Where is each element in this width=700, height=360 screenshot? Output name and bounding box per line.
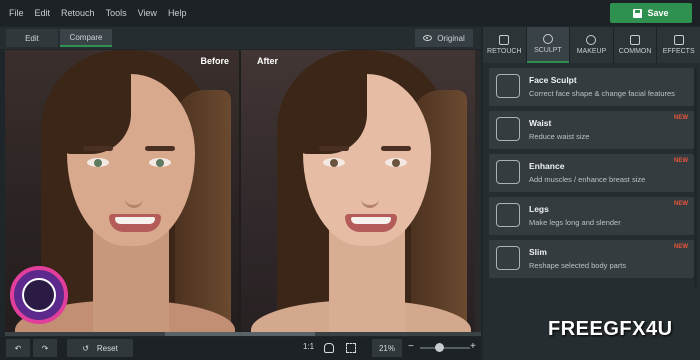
menu-edit[interactable]: Edit — [35, 8, 51, 18]
save-disk-icon — [633, 8, 643, 18]
tool-description: Correct face shape & change facial featu… — [529, 89, 675, 98]
original-button-label: Original — [437, 33, 465, 43]
zoom-slider-thumb[interactable] — [434, 343, 444, 352]
bottom-toolbar: ↶ ↷ ↺ Reset 1:1 21% − + — [0, 337, 481, 360]
app-logo-badge — [10, 266, 68, 324]
hand-tool-icon[interactable] — [324, 343, 334, 353]
zoom-value[interactable]: 21% — [372, 339, 402, 357]
makeup-icon — [586, 35, 597, 45]
menu-tools[interactable]: Tools — [106, 8, 127, 18]
left-eye — [87, 158, 109, 167]
original-button[interactable]: Original — [415, 29, 473, 47]
tab-label: COMMON — [618, 48, 652, 55]
zoom-out-icon[interactable]: − — [408, 341, 414, 352]
new-badge: NEW — [674, 201, 688, 207]
tab-label: MAKEUP — [576, 48, 607, 55]
menu-view[interactable]: View — [138, 8, 157, 18]
redo-icon: ↷ — [41, 343, 49, 353]
tab-sculpt[interactable]: SCULPT — [526, 27, 570, 63]
tool-title: Legs — [529, 204, 549, 214]
new-badge: NEW — [674, 158, 688, 164]
tool-description: Add muscles / enhance breast size — [529, 175, 646, 184]
tab-label: RETOUCH — [487, 48, 522, 55]
save-button-label: Save — [647, 8, 669, 18]
tab-label: EFFECTS — [662, 48, 695, 55]
category-tabs: RETOUCH SCULPT MAKEUP COMMON EFFECTS — [483, 27, 700, 63]
right-brow — [145, 146, 175, 151]
tab-retouch[interactable]: RETOUCH — [483, 27, 526, 63]
mouth — [109, 214, 161, 232]
reset-icon: ↺ — [82, 343, 89, 353]
undo-icon: ↶ — [14, 343, 22, 353]
tool-description: Make legs long and slender — [529, 218, 621, 227]
retouch-icon — [499, 35, 510, 45]
tab-effects[interactable]: EFFECTS — [657, 27, 700, 63]
slim-icon — [496, 246, 520, 270]
redo-button[interactable]: ↷ — [33, 339, 57, 357]
left-eye — [323, 158, 345, 167]
before-image: Before — [5, 50, 239, 332]
sliders-icon — [630, 35, 641, 45]
tool-legs[interactable]: NEW Legs Make legs long and slender — [489, 197, 694, 235]
tool-description: Reduce waist size — [529, 132, 590, 141]
eye-icon — [423, 35, 433, 41]
sculpt-icon — [542, 34, 553, 44]
watermark-text: FREEGFX4U — [548, 318, 673, 340]
muscle-icon — [496, 160, 520, 184]
tool-description: Reshape selected body parts — [529, 261, 627, 270]
menu-retouch[interactable]: Retouch — [61, 8, 95, 18]
save-button[interactable]: Save — [610, 3, 692, 23]
tool-list: Face Sculpt Correct face shape & change … — [489, 68, 694, 283]
reset-button-label: Reset — [96, 343, 118, 353]
nose — [125, 170, 143, 208]
new-badge: NEW — [674, 244, 688, 250]
tab-label: SCULPT — [534, 47, 562, 54]
legs-icon — [496, 203, 520, 227]
view-toolbar: Edit Compare Original — [0, 27, 481, 49]
tab-edit[interactable]: Edit — [6, 29, 58, 47]
tool-title: Slim — [529, 247, 547, 257]
new-badge: NEW — [674, 115, 688, 121]
left-brow — [319, 146, 349, 151]
fit-screen-icon[interactable] — [346, 343, 356, 353]
photo-canvas[interactable]: Before After — [5, 50, 481, 332]
menu-bar: File Edit Retouch Tools View Help Save — [0, 0, 700, 26]
after-label: After — [257, 56, 279, 66]
right-panel: RETOUCH SCULPT MAKEUP COMMON EFFECTS Fac… — [483, 27, 700, 360]
face-sculpt-icon — [496, 74, 520, 98]
right-brow — [381, 146, 411, 151]
menu-help[interactable]: Help — [168, 8, 187, 18]
tab-common[interactable]: COMMON — [613, 27, 657, 63]
tool-waist[interactable]: NEW Waist Reduce waist size — [489, 111, 694, 149]
tool-title: Enhance — [529, 161, 565, 171]
tool-face-sculpt[interactable]: Face Sculpt Correct face shape & change … — [489, 68, 694, 106]
tool-slim[interactable]: NEW Slim Reshape selected body parts — [489, 240, 694, 278]
before-label: Before — [200, 56, 229, 66]
horizontal-scrollbar[interactable] — [5, 332, 481, 336]
zoom-slider[interactable] — [420, 347, 470, 349]
tool-title: Face Sculpt — [529, 75, 577, 85]
undo-button[interactable]: ↶ — [6, 339, 30, 357]
after-image: After — [241, 50, 475, 332]
tool-enhance[interactable]: NEW Enhance Add muscles / enhance breast… — [489, 154, 694, 192]
logo-silhouette-icon — [22, 278, 56, 312]
nose — [361, 170, 379, 208]
waist-icon — [496, 117, 520, 141]
menu-file[interactable]: File — [9, 8, 24, 18]
tab-makeup[interactable]: MAKEUP — [570, 27, 613, 63]
tab-compare[interactable]: Compare — [60, 29, 112, 47]
app-window: File Edit Retouch Tools View Help Save E… — [0, 0, 700, 360]
reset-button[interactable]: ↺ Reset — [67, 339, 133, 357]
right-eye — [385, 158, 407, 167]
effects-icon — [673, 35, 684, 45]
scrollbar-thumb[interactable] — [165, 332, 315, 336]
panel-scrollbar[interactable] — [694, 68, 697, 288]
right-eye — [149, 158, 171, 167]
actual-size-button[interactable]: 1:1 — [303, 342, 314, 351]
tool-title: Waist — [529, 118, 552, 128]
zoom-in-icon[interactable]: + — [470, 341, 476, 352]
left-brow — [83, 146, 113, 151]
mouth — [345, 214, 397, 232]
